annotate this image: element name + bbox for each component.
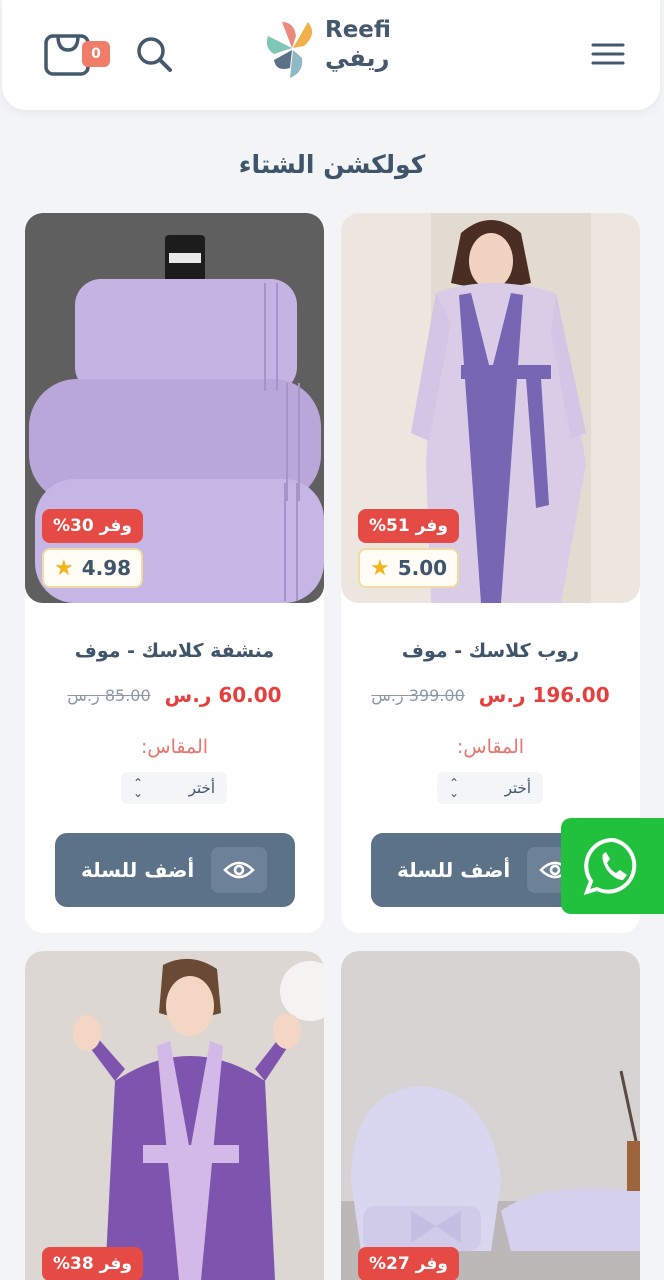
rating-badge: ★ 5.00 bbox=[358, 548, 460, 588]
hamburger-menu-icon[interactable] bbox=[591, 40, 625, 68]
add-to-cart-button[interactable]: أضف للسلة bbox=[55, 833, 295, 907]
chevron-updown-icon: ⌃ ⌄ bbox=[133, 776, 144, 800]
product-card[interactable]: وفر 27% bbox=[341, 951, 640, 1280]
price-row: 60.00 ر.س 85.00 ر.س bbox=[25, 683, 324, 707]
rating-value: 4.98 bbox=[81, 556, 132, 580]
discount-badge: وفر 27% bbox=[358, 1247, 459, 1280]
rating-value: 5.00 bbox=[397, 556, 448, 580]
towels-image bbox=[25, 213, 324, 603]
whatsapp-icon bbox=[583, 837, 636, 896]
price-old: 85.00 ر.س bbox=[67, 685, 151, 705]
whatsapp-chat-button[interactable] bbox=[561, 818, 664, 914]
price-new: 196.00 ر.س bbox=[478, 683, 610, 707]
hair-towel-image bbox=[341, 951, 640, 1280]
product-card[interactable]: وفر 38% bbox=[25, 951, 324, 1280]
search-icon[interactable] bbox=[134, 34, 174, 74]
rating-badge: ★ 4.98 bbox=[42, 548, 144, 588]
eye-icon bbox=[223, 861, 255, 879]
discount-badge: وفر 30% bbox=[42, 509, 143, 543]
chevron-updown-icon: ⌃ ⌄ bbox=[449, 776, 460, 800]
product-image[interactable] bbox=[25, 951, 324, 1280]
logo-text-ar[interactable]: ريفي bbox=[325, 44, 389, 72]
star-icon: ★ bbox=[54, 555, 74, 581]
star-icon: ★ bbox=[370, 555, 390, 581]
product-image[interactable] bbox=[25, 213, 324, 603]
butterfly-logo-icon[interactable] bbox=[260, 18, 324, 80]
logo-text-en[interactable]: Reefi bbox=[325, 17, 391, 43]
product-name[interactable]: منشفة كلاسك - موف bbox=[25, 640, 324, 662]
quick-view-button[interactable] bbox=[211, 847, 267, 893]
price-row: 196.00 ر.س 399.00 ر.س bbox=[341, 683, 640, 707]
cart-count-badge: 0 bbox=[82, 41, 110, 67]
size-label: المقاس: bbox=[456, 736, 525, 758]
discount-badge: وفر 38% bbox=[42, 1247, 143, 1280]
price-old: 399.00 ر.س bbox=[371, 685, 465, 705]
product-image[interactable] bbox=[341, 213, 640, 603]
product-image[interactable] bbox=[341, 951, 640, 1280]
product-card[interactable]: وفر 30% ★ 4.98 منشفة كلاسك - موف 60.00 ر… bbox=[25, 213, 324, 933]
discount-badge: وفر 51% bbox=[358, 509, 459, 543]
size-select-value: أختر bbox=[504, 779, 531, 797]
add-to-cart-label: أضف للسلة bbox=[397, 858, 511, 882]
size-select-value: أختر bbox=[188, 779, 215, 797]
add-to-cart-label: أضف للسلة bbox=[81, 858, 195, 882]
size-label: المقاس: bbox=[140, 736, 209, 758]
robe-image bbox=[341, 213, 640, 603]
size-select[interactable]: ⌃ ⌄ أختر bbox=[437, 772, 543, 804]
section-title: كولكشن الشتاء bbox=[238, 150, 426, 179]
site-header: 0 Reefi ريفي bbox=[2, 0, 660, 110]
product-name[interactable]: روب كلاسك - موف bbox=[341, 640, 640, 662]
size-select[interactable]: ⌃ ⌄ أختر bbox=[121, 772, 227, 804]
kid-robe-image bbox=[25, 951, 324, 1280]
price-new: 60.00 ر.س bbox=[164, 683, 282, 707]
